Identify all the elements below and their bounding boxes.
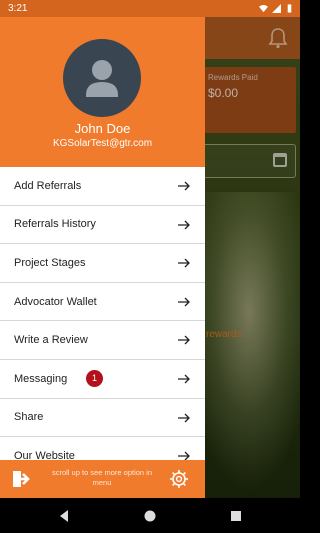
user-name: John Doe — [74, 121, 131, 136]
menu-item-referrals-history[interactable]: Referrals History — [0, 206, 205, 245]
system-nav-bar — [0, 498, 300, 533]
arrow-right-icon — [177, 218, 191, 232]
navigation-drawer: John Doe KGSolarTest@gtr.com Add Referra… — [0, 17, 205, 498]
menu-item-add-referrals[interactable]: Add Referrals — [0, 167, 205, 206]
drawer-menu: Add Referrals Referrals History Project … — [0, 167, 205, 476]
logout-icon[interactable] — [12, 470, 32, 488]
menu-item-label: Referrals History — [14, 218, 96, 231]
gear-icon[interactable] — [169, 469, 189, 489]
battery-icon — [287, 4, 292, 13]
menu-item-advocator-wallet[interactable]: Advocator Wallet — [0, 283, 205, 322]
menu-item-messaging[interactable]: Messaging 1 — [0, 360, 205, 399]
arrow-right-icon — [177, 179, 191, 193]
drawer-footer: scroll up to see more option in menu — [0, 460, 205, 498]
avatar[interactable] — [63, 39, 141, 117]
menu-item-label: Add Referrals — [14, 179, 82, 192]
wifi-icon — [259, 4, 268, 13]
status-time: 3:21 — [8, 3, 28, 14]
menu-item-label: Share — [14, 411, 44, 424]
back-icon[interactable] — [57, 509, 71, 523]
user-email: KGSolarTest@gtr.com — [52, 138, 153, 149]
menu-item-label: Messaging — [14, 372, 68, 385]
signal-icon — [272, 4, 281, 13]
arrow-right-icon — [177, 295, 191, 309]
arrow-right-icon — [177, 372, 191, 386]
drawer-header: John Doe KGSolarTest@gtr.com — [0, 17, 205, 167]
recents-icon[interactable] — [229, 509, 243, 523]
scroll-hint: scroll up to see more option in menu — [51, 468, 153, 487]
menu-item-share[interactable]: Share — [0, 399, 205, 438]
arrow-right-icon — [177, 411, 191, 425]
menu-item-label: Advocator Wallet — [14, 295, 97, 308]
menu-item-write-review[interactable]: Write a Review — [0, 321, 205, 360]
arrow-right-icon — [177, 256, 191, 270]
home-icon[interactable] — [143, 509, 157, 523]
unread-badge: 1 — [86, 369, 103, 387]
menu-item-label: Write a Review — [14, 334, 88, 347]
status-icons — [259, 4, 294, 13]
menu-item-project-stages[interactable]: Project Stages — [0, 244, 205, 283]
status-bar: 3:21 — [0, 0, 300, 17]
user-silhouette-icon — [86, 60, 118, 97]
menu-item-label: Project Stages — [14, 256, 86, 269]
arrow-right-icon — [177, 333, 191, 347]
